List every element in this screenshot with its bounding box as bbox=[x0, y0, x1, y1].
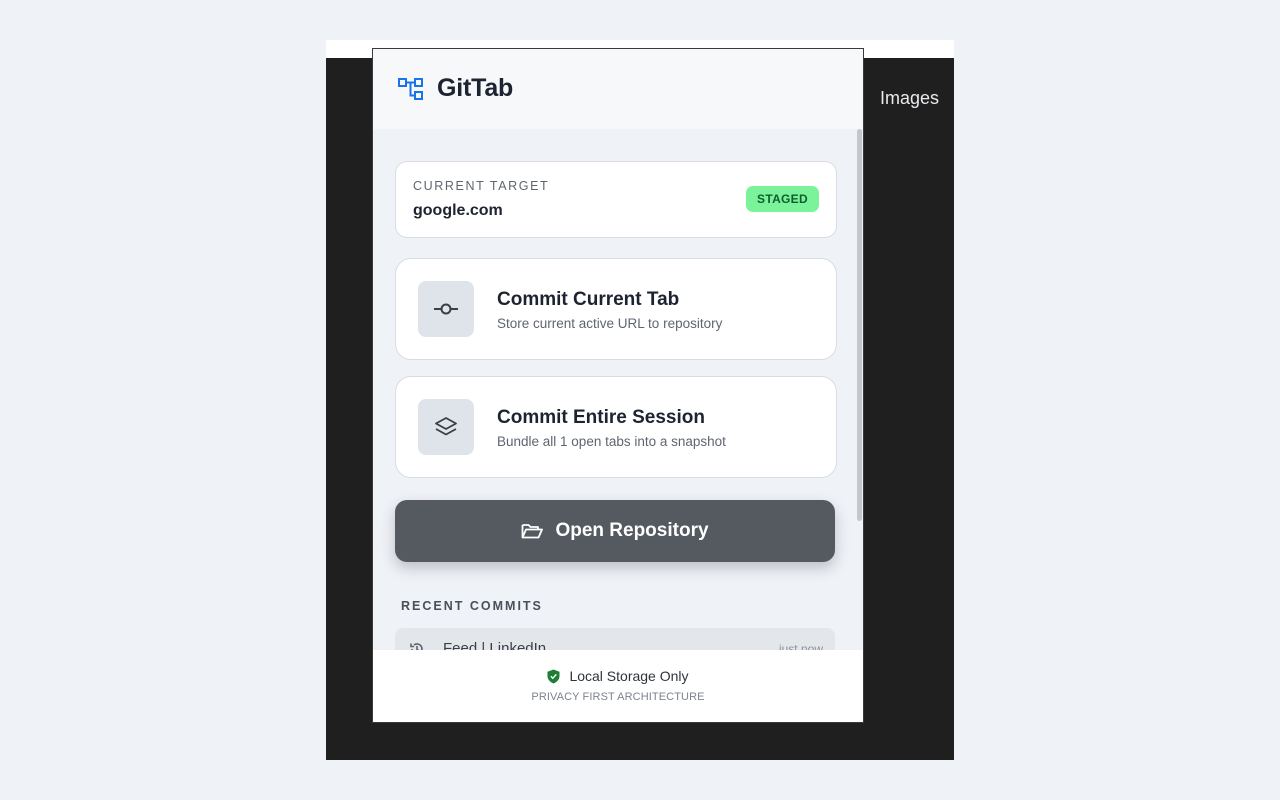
commit-current-tab-subtitle: Store current active URL to repository bbox=[497, 316, 723, 331]
app-title: GitTab bbox=[437, 74, 514, 102]
git-commit-icon bbox=[418, 281, 474, 337]
open-repository-label: Open Repository bbox=[555, 520, 709, 541]
folder-open-icon bbox=[522, 524, 544, 539]
recent-commits-heading: RECENT COMMITS bbox=[401, 599, 543, 613]
footer-storage-line: Local Storage Only bbox=[373, 668, 863, 684]
footer-storage-text: Local Storage Only bbox=[569, 668, 689, 684]
repo-tree-icon bbox=[398, 78, 423, 100]
layers-icon bbox=[418, 399, 474, 455]
commit-current-tab-button[interactable]: Commit Current Tab Store current active … bbox=[395, 258, 837, 360]
current-target-card: CURRENT TARGET google.com STAGED bbox=[395, 161, 837, 238]
open-repository-button[interactable]: Open Repository bbox=[395, 500, 835, 562]
commit-entire-session-button[interactable]: Commit Entire Session Bundle all 1 open … bbox=[395, 376, 837, 478]
commit-entire-session-title: Commit Entire Session bbox=[497, 407, 705, 428]
popup-scrollbar[interactable] bbox=[857, 129, 862, 521]
popup-header: GitTab bbox=[373, 49, 863, 129]
gittab-popup: GitTab CURRENT TARGET google.com STAGED … bbox=[372, 48, 864, 723]
current-target-label: CURRENT TARGET bbox=[413, 179, 550, 193]
popup-footer: Local Storage Only PRIVACY FIRST ARCHITE… bbox=[373, 650, 863, 722]
status-badge: STAGED bbox=[746, 186, 819, 212]
current-target-value: google.com bbox=[413, 202, 503, 219]
commit-entire-session-subtitle: Bundle all 1 open tabs into a snapshot bbox=[497, 434, 726, 449]
shield-icon bbox=[547, 669, 560, 683]
images-link[interactable]: Images bbox=[880, 88, 939, 109]
footer-privacy-text: PRIVACY FIRST ARCHITECTURE bbox=[531, 691, 705, 703]
commit-current-tab-title: Commit Current Tab bbox=[497, 289, 680, 310]
